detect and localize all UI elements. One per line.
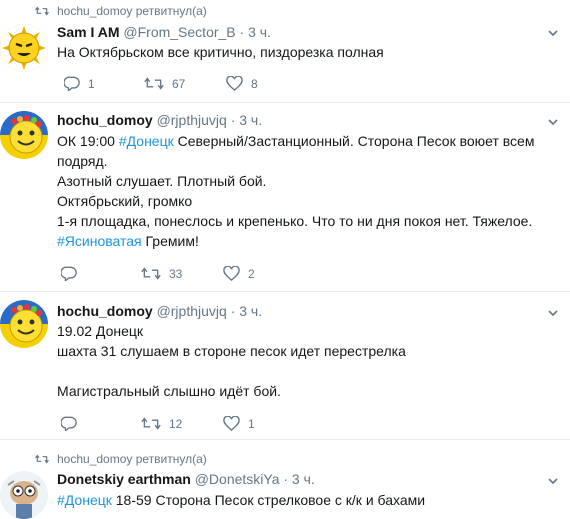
smiley-avatar-image [0, 24, 48, 72]
reply-count: 1 [88, 76, 95, 91]
heart-icon [223, 266, 240, 281]
chevron-down-icon[interactable] [546, 474, 560, 488]
chevron-down-icon[interactable] [546, 306, 560, 320]
retweet-button[interactable]: 33 [141, 266, 223, 281]
author-handle[interactable]: @From_Sector_B [123, 24, 235, 40]
tweet-time[interactable]: · 3 ч. [231, 112, 262, 128]
tweet[interactable]: hochu_domoy @rjpthjuvjq · 3 ч. ОК 19:00 … [0, 103, 570, 292]
cartoon-character-avatar-image [0, 471, 48, 519]
hashtag-link[interactable]: #Ясиноватая [57, 233, 142, 249]
retweet-count: 33 [169, 266, 183, 281]
tweet-text-line: шахта 31 слушаем в стороне песок идет пе… [57, 343, 406, 359]
reply-button[interactable] [61, 416, 141, 431]
chevron-down-icon[interactable] [546, 26, 560, 40]
author-name[interactable]: Donetskiy earthman [57, 471, 191, 487]
tweet-text-line: 19.02 Донецк [57, 323, 144, 339]
retweet-context: hochu_domoy ретвитнул(а) [35, 452, 207, 466]
reply-button[interactable] [61, 266, 141, 281]
author-name[interactable]: hochu_domoy [57, 112, 153, 128]
hashtag-link[interactable]: #Донецк [57, 492, 112, 508]
author-name[interactable]: hochu_domoy [57, 303, 153, 319]
retweet-label[interactable]: hochu_domoy ретвитнул(а) [57, 4, 207, 18]
tweet-text-line: 1-я площадка, понеслось и крепенько. Что… [57, 213, 533, 229]
tweet-time[interactable]: · 3 ч. [283, 471, 314, 487]
like-count: 1 [248, 416, 255, 431]
retweet-icon [35, 454, 49, 464]
flag-smiley-avatar-image [0, 111, 48, 159]
tweet-text-line: Магистральный слышно идёт бой. [57, 383, 281, 399]
retweet-icon [141, 417, 161, 430]
tweet[interactable]: hochu_domoy ретвитнул(а) Sam I AM @From_… [0, 0, 570, 103]
author-handle[interactable]: @DonetskiYa [195, 471, 280, 487]
tweet-text-segment: 18-59 Сторона Песок стрелковое с к/к и б… [111, 492, 426, 508]
flag-smiley-avatar-image [0, 300, 48, 348]
tweet-text-line: Азотный слушает. Плотный бой. [57, 173, 267, 189]
avatar[interactable] [0, 300, 48, 348]
like-count: 2 [248, 266, 255, 281]
tweet-text: ОК 19:00 #Донецк Северный/Застанционный.… [57, 131, 562, 251]
retweet-button[interactable]: 67 [144, 76, 226, 91]
avatar[interactable] [0, 471, 48, 519]
retweet-label[interactable]: hochu_domoy ретвитнул(а) [57, 452, 207, 466]
hashtag-link[interactable]: #Донецк [119, 133, 174, 149]
tweet[interactable]: hochu_domoy @rjpthjuvjq · 3 ч. 19.02 Дон… [0, 292, 570, 440]
tweet-time[interactable]: · 3 ч. [231, 303, 262, 319]
tweet-text-segment: Северный/Застанционный. Сторона Песок во… [173, 133, 535, 149]
heart-icon [226, 76, 243, 91]
heart-icon [223, 416, 240, 431]
tweet-text: На Октябрьском все критично, пиздорезка … [57, 44, 384, 60]
like-button[interactable]: 2 [223, 266, 255, 281]
like-count: 8 [251, 76, 258, 91]
author-handle[interactable]: @rjpthjuvjq [157, 112, 227, 128]
retweet-count: 67 [172, 76, 186, 91]
retweet-icon [141, 267, 161, 280]
tweet-text-line: Октябрьский, громко [57, 193, 193, 209]
tweet-time[interactable]: · 3 ч. [240, 24, 271, 40]
reply-icon [61, 266, 77, 281]
tweet-text: 19.02 Донецк шахта 31 слушаем в стороне … [57, 321, 562, 401]
chevron-down-icon[interactable] [546, 115, 560, 129]
reply-button[interactable]: 1 [64, 76, 144, 91]
retweet-icon [144, 77, 164, 90]
retweet-context: hochu_domoy ретвитнул(а) [35, 4, 207, 18]
tweet-text-line: подряд. [57, 153, 108, 169]
retweet-count: 12 [169, 416, 183, 431]
author-name[interactable]: Sam I AM [57, 24, 120, 40]
avatar[interactable] [0, 111, 48, 159]
retweet-icon [35, 6, 49, 16]
reply-icon [64, 76, 80, 91]
like-button[interactable]: 8 [226, 76, 258, 91]
reply-icon [61, 416, 77, 431]
tweet[interactable]: hochu_domoy ретвитнул(а) Donetskiy earth… [0, 440, 570, 519]
tweet-text-segment: ОК 19:00 [57, 133, 119, 149]
tweet-text-segment: Гремим! [141, 233, 199, 249]
retweet-button[interactable]: 12 [141, 416, 223, 431]
like-button[interactable]: 1 [223, 416, 255, 431]
avatar[interactable] [0, 24, 48, 72]
author-handle[interactable]: @rjpthjuvjq [157, 303, 227, 319]
tweet-text: #Донецк 18-59 Сторона Песок стрелковое с… [57, 490, 562, 510]
